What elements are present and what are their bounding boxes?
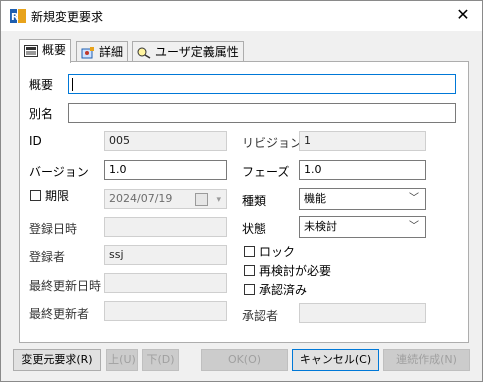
- approved-checkbox[interactable]: [244, 284, 255, 295]
- dialog-window: R 新規変更要求 ✕ 概要 詳細 ユーザ定義属性 概要 別名 ID 005 リビ…: [0, 0, 483, 382]
- last-updater-field: [104, 301, 227, 321]
- lock-checkbox[interactable]: [244, 246, 255, 257]
- text-caret: [72, 78, 73, 91]
- ok-button[interactable]: OK(O): [201, 349, 288, 371]
- phase-label: フェーズ: [242, 165, 290, 179]
- approver-label: 承認者: [242, 309, 279, 323]
- deadline-checkbox[interactable]: [30, 190, 41, 201]
- alias-input[interactable]: [68, 103, 456, 123]
- registrant-label: 登録者: [29, 250, 66, 264]
- type-label: 種類: [242, 194, 267, 208]
- revision-field: 1: [299, 131, 426, 151]
- deadline-date-picker: 2024/07/19 ▾: [104, 189, 227, 209]
- last-updated-label: 最終更新日時: [29, 279, 102, 293]
- move-up-button[interactable]: 上(U): [106, 349, 138, 371]
- chevron-down-icon: ﹀: [409, 193, 419, 204]
- last-updated-field: [104, 273, 227, 293]
- tab-summary[interactable]: 概要: [19, 39, 72, 63]
- continuous-create-button[interactable]: 連続作成(N): [383, 349, 470, 371]
- last-updater-label: 最終更新者: [29, 307, 90, 321]
- close-icon[interactable]: ✕: [452, 5, 474, 25]
- type-value: 機能: [304, 192, 326, 205]
- recheck-label: 再検討が必要: [259, 264, 332, 278]
- details-icon: [81, 46, 94, 58]
- registrant-field: ssj: [104, 245, 227, 265]
- summary-input[interactable]: [68, 74, 456, 94]
- tab-details[interactable]: 詳細: [76, 41, 129, 62]
- approved-label: 承認済み: [259, 283, 308, 297]
- tab-label: ユーザ定義属性: [155, 45, 239, 59]
- recheck-checkbox[interactable]: [244, 265, 255, 276]
- user-attributes-icon: [137, 47, 151, 59]
- window-title: 新規変更要求: [31, 10, 104, 24]
- source-request-button[interactable]: 変更元要求(R): [13, 349, 101, 371]
- registered-date-field: [104, 217, 227, 237]
- summary-icon: [24, 44, 38, 57]
- version-input[interactable]: 1.0: [104, 160, 227, 180]
- cancel-button[interactable]: キャンセル(C): [292, 349, 379, 371]
- svg-text:R: R: [11, 12, 19, 23]
- deadline-date: 2024/07/19: [109, 192, 173, 205]
- deadline-label: 期限: [45, 189, 70, 203]
- alias-label: 別名: [29, 107, 54, 121]
- lock-label: ロック: [259, 245, 296, 259]
- chevron-down-icon: ﹀: [409, 221, 419, 232]
- move-down-button[interactable]: 下(D): [142, 349, 179, 371]
- tab-label: 概要: [42, 43, 67, 57]
- id-label: ID: [29, 134, 42, 148]
- type-select[interactable]: 機能 ﹀: [299, 188, 426, 210]
- summary-label: 概要: [29, 78, 54, 92]
- rd-logo-icon: R: [10, 9, 26, 23]
- calendar-icon: [195, 193, 208, 206]
- approver-field: [299, 303, 426, 323]
- tab-label: 詳細: [99, 45, 124, 59]
- title-bar: R 新規変更要求 ✕: [1, 1, 482, 31]
- status-label: 状態: [242, 222, 267, 236]
- tab-user-attributes[interactable]: ユーザ定義属性: [132, 41, 244, 62]
- status-select[interactable]: 未検討 ﹀: [299, 216, 426, 238]
- registered-date-label: 登録日時: [29, 222, 78, 236]
- id-field: 005: [104, 131, 227, 151]
- phase-input[interactable]: 1.0: [299, 160, 426, 180]
- chevron-down-icon: ▾: [216, 195, 221, 205]
- version-label: バージョン: [29, 165, 89, 179]
- revision-label: リビジョン: [242, 136, 303, 150]
- status-value: 未検討: [304, 220, 337, 233]
